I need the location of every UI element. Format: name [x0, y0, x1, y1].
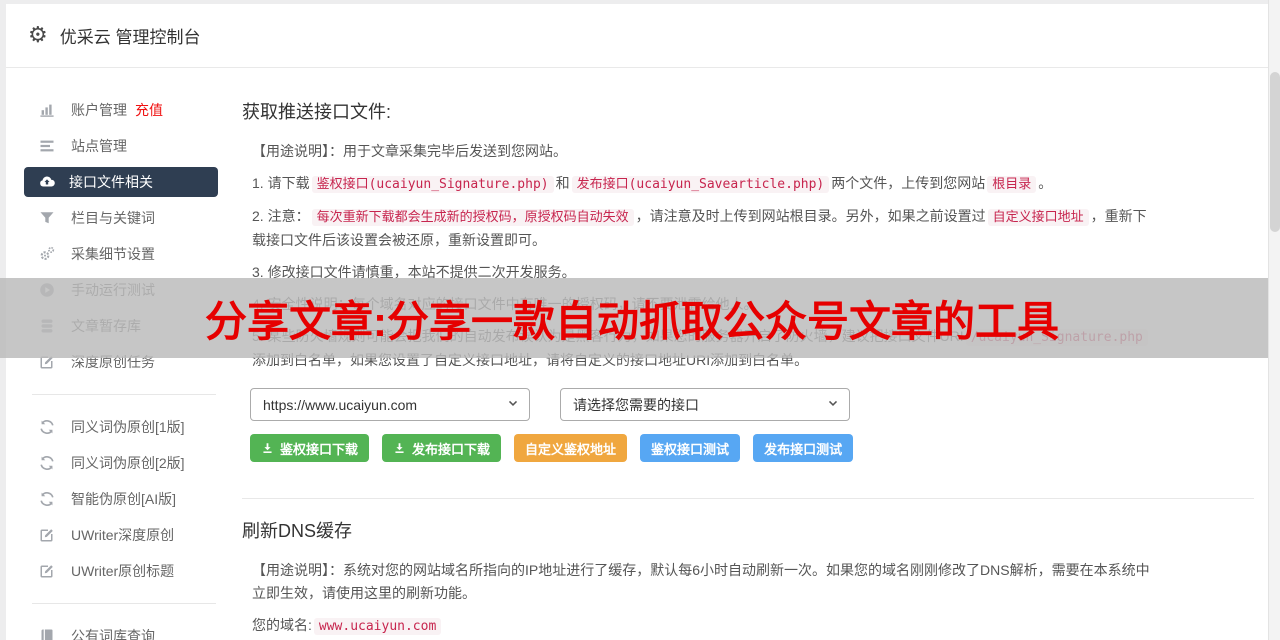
instruction-line-2: 2. 注意：每次重新下载都会生成新的授权码，原授权码自动失效，请注意及时上传到网…: [252, 205, 1150, 252]
sidebar-item-label: 站点管理: [71, 136, 127, 156]
edit-icon: [38, 563, 56, 580]
recharge-badge[interactable]: 充值: [135, 100, 163, 120]
scrollbar-thumb[interactable]: [1270, 72, 1280, 232]
site-list-icon: [38, 138, 56, 155]
scrollbar[interactable]: [1268, 0, 1280, 640]
domain-label: 您的域名:: [252, 617, 312, 633]
auth-download-button[interactable]: 鉴权接口下载: [250, 434, 369, 462]
sidebar-item-columns-keywords[interactable]: 栏目与关键词: [6, 200, 242, 236]
sidebar-item-label: 采集细节设置: [71, 244, 155, 264]
auth-test-button[interactable]: 鉴权接口测试: [640, 434, 740, 462]
button-label: 鉴权接口下载: [280, 439, 358, 458]
promo-banner-text: 分享文章:分享一款自动抓取公众号文章的工具: [205, 288, 1059, 349]
text-segment: 两个文件，上传到您网站: [831, 175, 985, 191]
text-segment: 2. 注意：: [252, 208, 310, 224]
filter-icon: [38, 210, 56, 227]
sidebar-divider: [32, 394, 216, 395]
sync-icon: [38, 491, 56, 508]
text-segment: 和: [556, 175, 570, 191]
sidebar-item-synonym-v1[interactable]: 同义词伪原创[1版]: [6, 409, 242, 445]
edit-icon: [38, 527, 56, 544]
book-icon: [38, 628, 56, 640]
publish-test-button[interactable]: 发布接口测试: [753, 434, 853, 462]
app-title: 优采云 管理控制台: [60, 23, 201, 48]
publish-download-button[interactable]: 发布接口下载: [382, 434, 501, 462]
sync-icon: [38, 455, 56, 472]
site-select[interactable]: https://www.ucaiyun.com: [250, 388, 530, 421]
interface-select[interactable]: 请选择您需要的接口: [560, 388, 850, 421]
sidebar-item-uwriter-deep[interactable]: UWriter深度原创: [6, 517, 242, 553]
sidebar-item-account[interactable]: 账户管理 充值: [6, 92, 242, 128]
button-row: 鉴权接口下载 发布接口下载 自定义鉴权地址 鉴权接口测试 发布接口测试: [250, 434, 1268, 462]
code-publish-file: 发布接口(ucaiyun_Savearticle.php): [572, 176, 830, 193]
sidebar-item-label: 接口文件相关: [69, 172, 153, 192]
sidebar-item-collect-settings[interactable]: 采集细节设置: [6, 236, 242, 272]
cloud-upload-icon: [38, 174, 56, 191]
push-section-title: 获取推送接口文件:: [242, 98, 1268, 124]
sidebar-item-ai-original[interactable]: 智能伪原创[AI版]: [6, 481, 242, 517]
button-label: 鉴权接口测试: [651, 439, 729, 458]
code-auth-file: 鉴权接口(ucaiyun_Signature.php): [312, 176, 554, 193]
custom-auth-address-button[interactable]: 自定义鉴权地址: [514, 434, 627, 462]
chevron-down-icon: [826, 396, 840, 413]
usage-note: 【用途说明】：用于文章采集完毕后发送到您网站。: [252, 140, 1150, 163]
select-row: https://www.ucaiyun.com 请选择您需要的接口: [250, 388, 1268, 421]
download-icon: [393, 442, 406, 455]
sidebar-item-sites[interactable]: 站点管理: [6, 128, 242, 164]
sidebar-item-label: 同义词伪原创[1版]: [71, 417, 185, 437]
bar-chart-icon: [38, 102, 56, 119]
interface-select-value: 请选择您需要的接口: [573, 395, 699, 415]
sidebar-item-label: 公有词库查询: [71, 626, 155, 640]
text-segment: 1. 请下载: [252, 175, 310, 191]
sidebar-item-interface-files[interactable]: 接口文件相关: [24, 167, 218, 197]
domain-code: www.ucaiyun.com: [314, 618, 441, 635]
button-label: 发布接口测试: [764, 439, 842, 458]
sidebar-divider: [32, 603, 216, 604]
dns-domain-line: 您的域名:www.ucaiyun.com: [252, 614, 1150, 638]
instruction-line-1: 1. 请下载鉴权接口(ucaiyun_Signature.php)和发布接口(u…: [252, 172, 1150, 196]
sidebar-item-label: UWriter深度原创: [71, 525, 174, 545]
code-regenerate-warning: 每次重新下载都会生成新的授权码，原授权码自动失效: [312, 209, 634, 226]
app-header: ⚙ 优采云 管理控制台: [6, 4, 1268, 68]
gears-icon: [38, 246, 56, 263]
download-icon: [261, 442, 274, 455]
promo-banner: 分享文章:分享一款自动抓取公众号文章的工具: [0, 278, 1268, 358]
code-custom-api-address: 自定义接口地址: [988, 209, 1089, 226]
sidebar-item-label: 栏目与关键词: [71, 208, 155, 228]
dns-usage-note: 【用途说明】：系统对您的网站域名所指向的IP地址进行了缓存，默认每6小时自动刷新…: [252, 559, 1150, 605]
gear-icon: ⚙: [28, 25, 48, 47]
section-divider: [242, 498, 1254, 499]
sidebar-item-public-lexicon[interactable]: 公有词库查询: [6, 618, 242, 640]
sidebar-item-label: 同义词伪原创[2版]: [71, 453, 185, 473]
sidebar-item-synonym-v2[interactable]: 同义词伪原创[2版]: [6, 445, 242, 481]
text-segment: ，请注意及时上传到网站根目录。另外，如果之前设置过: [636, 208, 986, 224]
code-root-dir: 根目录: [987, 176, 1036, 193]
sidebar-item-uwriter-title[interactable]: UWriter原创标题: [6, 553, 242, 589]
sidebar-item-label: 账户管理: [71, 100, 127, 120]
sync-icon: [38, 419, 56, 436]
chevron-down-icon: [506, 396, 520, 413]
button-label: 发布接口下载: [412, 439, 490, 458]
dns-section-title: 刷新DNS缓存: [242, 517, 1268, 543]
sidebar-item-label: 智能伪原创[AI版]: [71, 489, 176, 509]
sidebar-item-label: UWriter原创标题: [71, 561, 174, 581]
site-select-value: https://www.ucaiyun.com: [263, 397, 417, 413]
text-segment: 。: [1038, 175, 1052, 191]
button-label: 自定义鉴权地址: [525, 439, 616, 458]
